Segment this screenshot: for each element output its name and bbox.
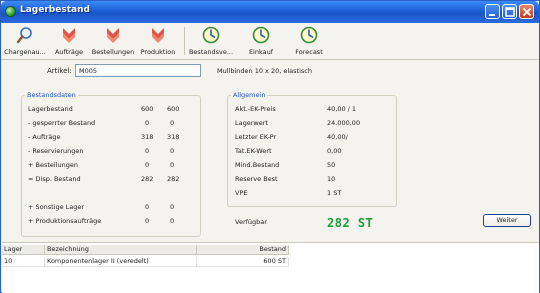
app-icon: [5, 6, 16, 17]
toolbar-chargenauskunft-label: Chargenau...: [4, 48, 46, 56]
allgemein-row-label: Tat.EK-Wert: [235, 147, 272, 155]
toolbar: Chargenau... Aufträge Bestellungen Produ…: [1, 23, 539, 60]
bestand-row-value: 282: [141, 175, 154, 183]
bestand-row-value: 600: [167, 105, 180, 113]
maximize-button[interactable]: [502, 4, 517, 19]
allgemein-row-value: 1 ST: [327, 189, 342, 197]
minimize-button[interactable]: [485, 4, 500, 19]
bestand-row-label: + Sonstige Lager: [28, 203, 85, 211]
allgemein-title: Allgemein: [231, 91, 268, 99]
bestand-row-label: - Reservierungen: [28, 147, 84, 155]
table-cell-lager[interactable]: 10: [2, 257, 45, 267]
allgemein-row-value: 0,00: [327, 147, 342, 155]
bestand-row-value: 0: [170, 147, 175, 155]
toolbar-einkauf-button[interactable]: Einkauf: [241, 24, 281, 58]
toolbar-auftraege-label: Aufträge: [54, 48, 84, 56]
artikel-description: Mullbinden 10 x 20, elastisch: [217, 67, 312, 75]
bestandsdaten-title: Bestandsdaten: [25, 91, 78, 99]
clock-icon: [252, 26, 270, 44]
table-header-bestand[interactable]: Bestand: [197, 245, 289, 255]
allgemein-row-value: 40,00/: [327, 133, 348, 141]
allgemein-row-value: 24.000,00: [327, 119, 361, 127]
toolbar-einkauf-label: Einkauf: [248, 48, 274, 56]
table-header-lager[interactable]: Lager: [2, 245, 45, 255]
window-title: Lagerbestand: [20, 5, 90, 15]
clock-icon: [300, 26, 318, 44]
bestand-row-value: 0: [170, 217, 175, 225]
lagerbestand-window: Lagerbestand Chargenau... Aufträge Beste…: [0, 0, 540, 293]
maximize-icon: [505, 7, 515, 17]
artikel-label: Artikel:: [47, 67, 72, 75]
allgemein-row-label: Letzter EK-Pr: [235, 133, 277, 141]
lager-table: Lager Bezeichnung Bestand 10 Komponenten…: [2, 242, 539, 293]
allgemein-row-label: VPE: [235, 189, 248, 197]
arrow-down-icon: [152, 28, 164, 43]
bestand-row-value: 0: [170, 203, 175, 211]
toolbar-bestandsverlauf-button[interactable]: Bestandsve...: [187, 24, 235, 58]
bestand-row-value: 0: [145, 203, 150, 211]
allgemein-row-value: 50: [327, 161, 336, 169]
table-cell-bezeichnung[interactable]: Komponentenlager II (veredelt): [45, 257, 197, 267]
bestand-row-value: 0: [145, 217, 150, 225]
bestand-row-label: - gesperrter Bestand: [28, 119, 96, 127]
toolbar-forecast-button[interactable]: Forecast: [289, 24, 329, 58]
bestand-row-label: - Aufträge: [28, 133, 61, 141]
allgemein-row-label: Mind.Bestand: [235, 161, 280, 169]
toolbar-bestandsverlauf-label: Bestandsve...: [188, 48, 234, 56]
close-icon: [522, 7, 532, 17]
bestand-row-value: 0: [145, 119, 150, 127]
toolbar-bestellungen-label: Bestellungen: [91, 48, 135, 56]
title-bar[interactable]: Lagerbestand: [1, 1, 539, 23]
allgemein-row-label: Akt.-EK-Preis: [235, 105, 276, 113]
toolbar-produktion-label: Produktion: [140, 48, 176, 56]
allgemein-row-label: Reserve Best: [235, 175, 278, 183]
bestand-row-label: + Produktionsaufträge: [28, 217, 102, 225]
allgemein-row-value: 10: [327, 175, 336, 183]
bestand-row-value: 0: [145, 147, 150, 155]
weiter-button[interactable]: Weiter: [483, 214, 531, 227]
artikel-input[interactable]: [75, 64, 201, 77]
bestand-row-value: 282: [167, 175, 180, 183]
clock-icon: [202, 26, 220, 44]
bestand-row-value: 0: [170, 119, 175, 127]
verfuegbar-value: 282 ST: [327, 216, 374, 230]
bestand-row-value: 0: [145, 161, 150, 169]
arrow-down-icon: [107, 28, 119, 43]
toolbar-chargenauskunft-button[interactable]: Chargenau...: [3, 24, 47, 58]
toolbar-forecast-label: Forecast: [295, 48, 323, 56]
bestand-row-value: 0: [170, 161, 175, 169]
table-header-bezeichnung[interactable]: Bezeichnung: [45, 245, 197, 255]
close-button[interactable]: [519, 4, 534, 19]
arrow-down-icon: [63, 28, 75, 43]
toolbar-bestellungen-button[interactable]: Bestellungen: [91, 24, 135, 58]
bestand-row-value: 600: [141, 105, 154, 113]
allgemein-row-value: 40,00 / 1: [327, 105, 357, 113]
table-cell-bestand[interactable]: 600 ST: [197, 257, 289, 267]
toolbar-auftraege-button[interactable]: Aufträge: [49, 24, 89, 58]
toolbar-produktion-button[interactable]: Produktion: [137, 24, 179, 58]
allgemein-row-label: Lagerwert: [235, 119, 268, 127]
bestand-row-label: = Disp. Bestand: [28, 175, 81, 183]
bestand-row-value: 318: [141, 133, 154, 141]
verfuegbar-label: Verfügbar: [235, 218, 267, 226]
minimize-icon: [489, 14, 495, 16]
bestand-row-label: + Bestellungen: [28, 161, 79, 169]
toolbar-separator: [184, 27, 185, 55]
bestand-row-value: 318: [167, 133, 180, 141]
bestand-row-label: Lagerbestand: [28, 105, 73, 113]
magnifier-icon: [16, 27, 32, 44]
